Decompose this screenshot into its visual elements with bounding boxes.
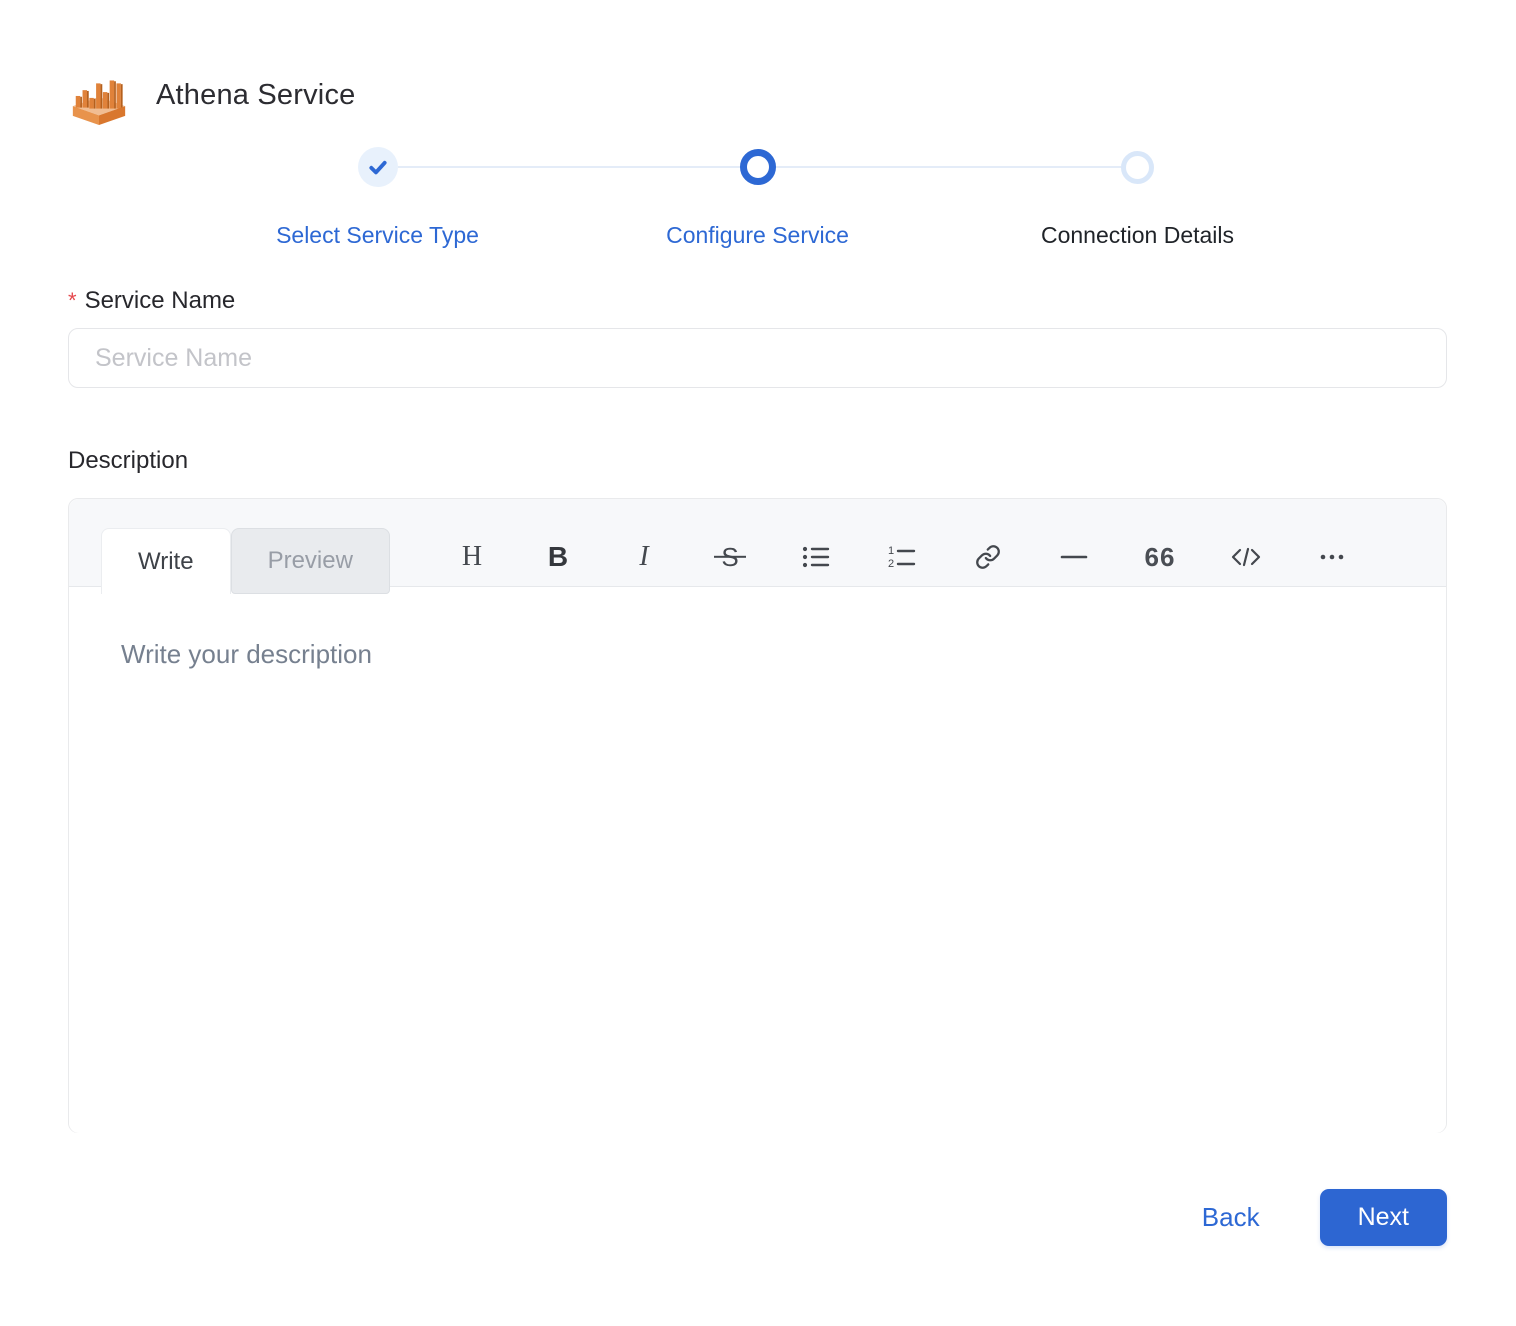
connector-line (947, 166, 1121, 168)
step-connection-details: Connection Details (947, 146, 1328, 250)
step-configure-service: Configure Service (567, 146, 948, 250)
heading-icon[interactable]: H (455, 541, 489, 573)
tab-preview[interactable]: Preview (230, 528, 390, 594)
step-label: Connection Details (1040, 222, 1235, 248)
next-button[interactable]: Next (1319, 1189, 1447, 1246)
wizard-footer: Back Next (68, 1189, 1447, 1246)
description-textarea[interactable] (69, 587, 1446, 1133)
stepper: Select Service Type Configure Service Co… (188, 146, 1328, 250)
athena-logo-icon (72, 80, 126, 126)
bold-icon[interactable]: B (541, 541, 575, 573)
configure-service-page: Athena Service Select Service Type Confi… (0, 0, 1516, 1326)
page-header: Athena Service (68, 64, 1447, 126)
quote-icon[interactable]: 66 (1143, 541, 1177, 573)
back-button[interactable]: Back (1188, 1192, 1274, 1243)
step-label: Select Service Type (276, 222, 479, 248)
connector-line (567, 166, 740, 168)
code-icon[interactable] (1229, 541, 1263, 573)
editor-write-area (69, 587, 1446, 1133)
editor-toolbar-header: Write Preview H B I S 1 2 66 (69, 499, 1446, 594)
page-title: Athena Service (156, 78, 356, 111)
svg-text:2: 2 (888, 558, 894, 570)
strikethrough-icon[interactable]: S (713, 541, 747, 573)
horizontal-rule-icon[interactable] (1057, 541, 1091, 573)
italic-icon[interactable]: I (627, 541, 661, 573)
connector-line (397, 166, 568, 168)
numbered-list-icon[interactable]: 1 2 (885, 541, 919, 573)
step-label: Configure Service (666, 222, 849, 248)
tab-write[interactable]: Write (101, 528, 231, 594)
check-icon (368, 160, 387, 175)
svg-text:1: 1 (888, 545, 894, 557)
service-name-label-text: Service Name (84, 287, 236, 314)
step-pending-indicator (1121, 150, 1154, 184)
step-select-service-type: Select Service Type (188, 146, 568, 250)
link-icon[interactable] (971, 541, 1005, 573)
service-name-input[interactable] (68, 328, 1447, 388)
editor-toolbar: H B I S 1 2 66 (455, 541, 1349, 586)
required-marker: * (68, 288, 77, 313)
editor-tabs: Write Preview (101, 528, 390, 594)
service-name-label: * Service Name (68, 286, 1447, 316)
description-editor: Write Preview H B I S 1 2 66 Write your … (68, 498, 1447, 1133)
bulleted-list-icon[interactable] (799, 541, 833, 573)
more-options-icon[interactable] (1315, 541, 1349, 573)
step-completed-indicator (357, 147, 398, 187)
connector-line (775, 166, 948, 168)
step-active-indicator (739, 149, 776, 185)
description-label: Description (68, 447, 189, 474)
